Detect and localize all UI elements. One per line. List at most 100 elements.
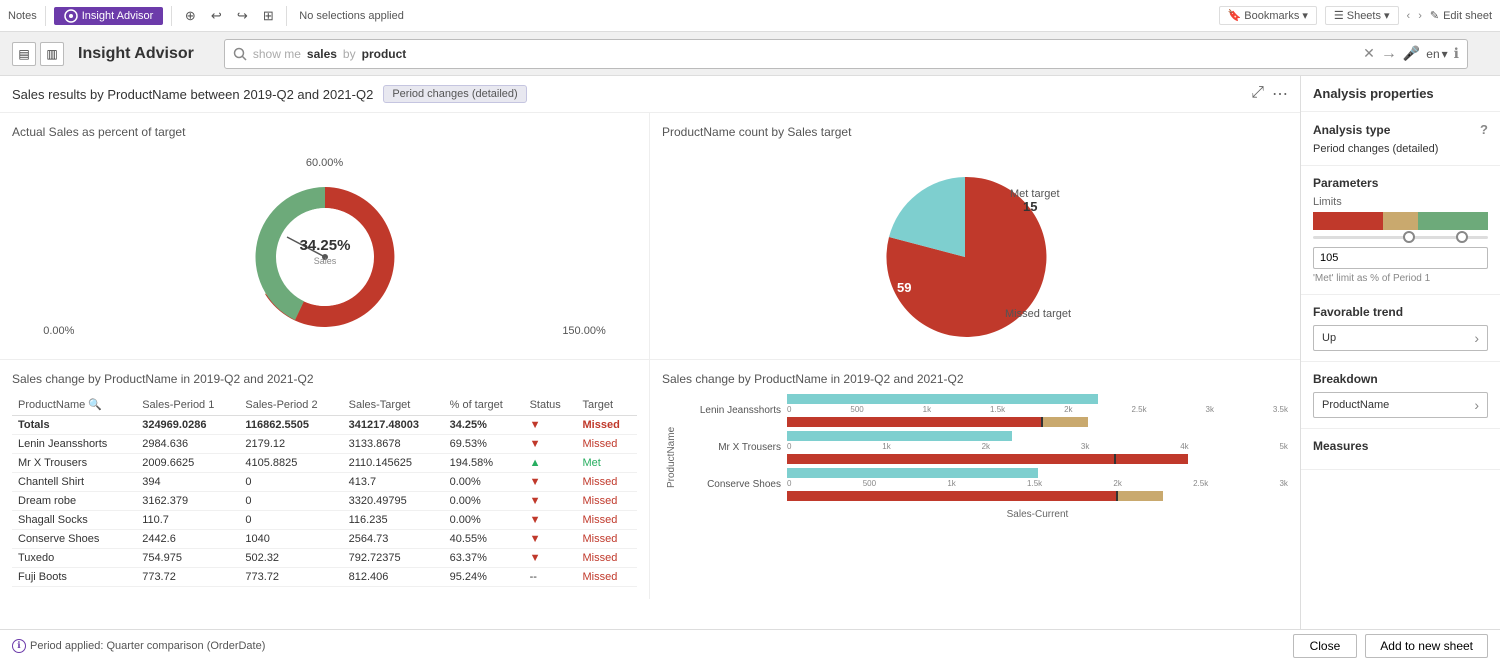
table-row: Tuxedo 754.975 502.32 792.72375 63.37% ▼… bbox=[12, 549, 637, 568]
rp-breakdown-arrow: › bbox=[1474, 397, 1479, 413]
undo-icon[interactable]: ↩ bbox=[206, 6, 226, 26]
row-status: Met bbox=[577, 454, 637, 473]
sales-table: ProductName 🔍 Sales-Period 1 Sales-Perio… bbox=[12, 394, 637, 587]
nav-next-icon[interactable]: › bbox=[1418, 10, 1422, 22]
donut-label-left: 0.00% bbox=[43, 325, 74, 337]
notes-label[interactable]: Notes bbox=[8, 10, 37, 22]
language-selector[interactable]: en ▾ bbox=[1426, 47, 1447, 61]
row-p2: 502.32 bbox=[239, 549, 342, 568]
row-tgt: 3320.49795 bbox=[343, 492, 444, 511]
separator3 bbox=[286, 6, 287, 26]
col-period2: Sales-Period 2 bbox=[239, 394, 342, 416]
bar-red-2 bbox=[787, 454, 1188, 464]
close-button[interactable]: Close bbox=[1293, 634, 1358, 658]
rp-limits-input[interactable] bbox=[1313, 247, 1488, 269]
insight-advisor-tab[interactable]: Insight Advisor bbox=[54, 7, 164, 25]
bottom-bar: ℹ Period applied: Quarter comparison (Or… bbox=[0, 629, 1500, 661]
bar-teal-2 bbox=[787, 431, 1012, 441]
row-status: Missed bbox=[577, 435, 637, 454]
bar-group-2: Mr X Trousers 01k2k3k4k5k bbox=[677, 431, 1288, 464]
row-p1: 2984.636 bbox=[136, 435, 239, 454]
expand-icon[interactable]: ⤢ bbox=[1251, 84, 1264, 104]
rp-favorable-label: Favorable trend bbox=[1313, 305, 1403, 319]
rp-limits-bar bbox=[1313, 212, 1488, 230]
row-status: Missed bbox=[577, 549, 637, 568]
pie-chart-container: ProductName count by Sales target Met ta… bbox=[650, 113, 1300, 359]
top-bar: Notes Insight Advisor ⊕ ↩ ↪ ⊞ No selecti… bbox=[0, 0, 1500, 32]
row-p1: 773.72 bbox=[136, 568, 239, 587]
right-panel-toggle[interactable]: ▥ bbox=[40, 42, 64, 66]
row-status: Missed bbox=[577, 492, 637, 511]
bar-group-1: Lenin Jeansshorts 05001k1.5k2k2.5k3k3.5k bbox=[677, 394, 1288, 427]
left-panel-toggle[interactable]: ▤ bbox=[12, 42, 36, 66]
table-row: Dream robe 3162.379 0 3320.49795 0.00% ▼… bbox=[12, 492, 637, 511]
row-trend: ▼ bbox=[524, 511, 577, 530]
rp-limits-tan bbox=[1383, 212, 1418, 230]
totals-pct: 34.25% bbox=[444, 416, 524, 435]
microphone-icon[interactable]: 🎤 bbox=[1403, 45, 1420, 62]
row-p2: 0 bbox=[239, 473, 342, 492]
bar-teal-1 bbox=[787, 394, 1098, 404]
totals-row: Totals 324969.0286 116862.5505 341217.48… bbox=[12, 416, 637, 435]
rp-input-note: 'Met' limit as % of Period 1 bbox=[1313, 273, 1488, 284]
info-icon[interactable]: ℹ bbox=[1454, 45, 1459, 62]
add-to-sheet-button[interactable]: Add to new sheet bbox=[1365, 634, 1488, 658]
rp-favorable-value: Up bbox=[1322, 332, 1336, 344]
rp-slider[interactable] bbox=[1313, 236, 1488, 239]
rp-analysis-type: Analysis type ? Period changes (detailed… bbox=[1301, 112, 1500, 166]
rp-favorable-arrow: › bbox=[1474, 330, 1479, 346]
nav-prev-icon[interactable]: ‹ bbox=[1407, 10, 1411, 22]
row-p1: 754.975 bbox=[136, 549, 239, 568]
row-trend: ▼ bbox=[524, 530, 577, 549]
row-name: Lenin Jeansshorts bbox=[12, 435, 136, 454]
period-badge: Period changes (detailed) bbox=[383, 85, 526, 103]
bar-chart-layout: ProductName Lenin Jeansshorts 05001k1.5k… bbox=[662, 394, 1288, 520]
rp-limits-red bbox=[1313, 212, 1383, 230]
help-icon[interactable]: ? bbox=[1480, 122, 1488, 137]
row-status: Missed bbox=[577, 511, 637, 530]
bookmarks-button[interactable]: 🔖 Bookmarks ▾ bbox=[1219, 6, 1317, 25]
sheets-button[interactable]: ☰ Sheets ▾ bbox=[1325, 6, 1399, 25]
svg-text:34.25%: 34.25% bbox=[299, 237, 350, 254]
edit-sheet-button[interactable]: ✎ Edit sheet bbox=[1430, 9, 1492, 22]
search-submit-icon[interactable]: → bbox=[1381, 45, 1397, 63]
rp-slider-track[interactable] bbox=[1313, 236, 1488, 239]
rp-breakdown-value: ProductName bbox=[1322, 399, 1389, 411]
bar-chart-title: Sales change by ProductName in 2019-Q2 a… bbox=[662, 372, 1288, 386]
rp-slider-thumb-right[interactable] bbox=[1456, 231, 1468, 243]
totals-target: 341217.48003 bbox=[343, 416, 444, 435]
bottom-section: Sales change by ProductName in 2019-Q2 a… bbox=[0, 360, 1300, 599]
row-pct: 69.53% bbox=[444, 435, 524, 454]
row-status: Missed bbox=[577, 530, 637, 549]
rp-slider-thumb-left[interactable] bbox=[1403, 231, 1415, 243]
bar-marker-2 bbox=[1114, 454, 1116, 464]
totals-status: Missed bbox=[577, 416, 637, 435]
search-bar[interactable]: show me sales by product ✕ → 🎤 en ▾ ℹ bbox=[224, 39, 1468, 69]
row-name: Shagall Socks bbox=[12, 511, 136, 530]
pie-svg: Met target 15 Missed target 59 bbox=[835, 147, 1115, 347]
rp-breakdown-dropdown[interactable]: ProductName › bbox=[1313, 392, 1488, 418]
row-tgt: 116.235 bbox=[343, 511, 444, 530]
table-row: Conserve Shoes 2442.6 1040 2564.73 40.55… bbox=[12, 530, 637, 549]
bar-group-3: Conserve Shoes 05001k1.5k2k2.5k3k bbox=[677, 468, 1288, 501]
separator2 bbox=[171, 6, 172, 26]
pie-chart-title: ProductName count by Sales target bbox=[662, 125, 1288, 139]
second-bar: ▤ ▥ Insight Advisor show me sales by pro… bbox=[0, 32, 1500, 76]
selection-icon[interactable]: ⊞ bbox=[258, 6, 278, 26]
totals-trend: ▼ bbox=[524, 416, 577, 435]
col-search-icon[interactable]: 🔍 bbox=[88, 399, 102, 411]
rp-favorable-dropdown[interactable]: Up › bbox=[1313, 325, 1488, 351]
row-p1: 2009.6625 bbox=[136, 454, 239, 473]
col-target: Sales-Target bbox=[343, 394, 444, 416]
charts-section: Actual Sales as percent of target 60.00% bbox=[0, 113, 1300, 360]
row-trend: -- bbox=[524, 568, 577, 587]
zoom-icon[interactable]: ⊕ bbox=[180, 6, 200, 26]
redo-icon[interactable]: ↪ bbox=[232, 6, 252, 26]
bar-label-2: Mr X Trousers bbox=[677, 442, 787, 453]
more-options-icon[interactable]: ⋯ bbox=[1272, 84, 1288, 104]
rp-limits-label: Limits bbox=[1313, 196, 1488, 208]
col-period1: Sales-Period 1 bbox=[136, 394, 239, 416]
selections-label: No selections applied bbox=[299, 10, 404, 22]
search-clear-icon[interactable]: ✕ bbox=[1363, 45, 1375, 62]
bar-label-1: Lenin Jeansshorts bbox=[677, 405, 787, 416]
